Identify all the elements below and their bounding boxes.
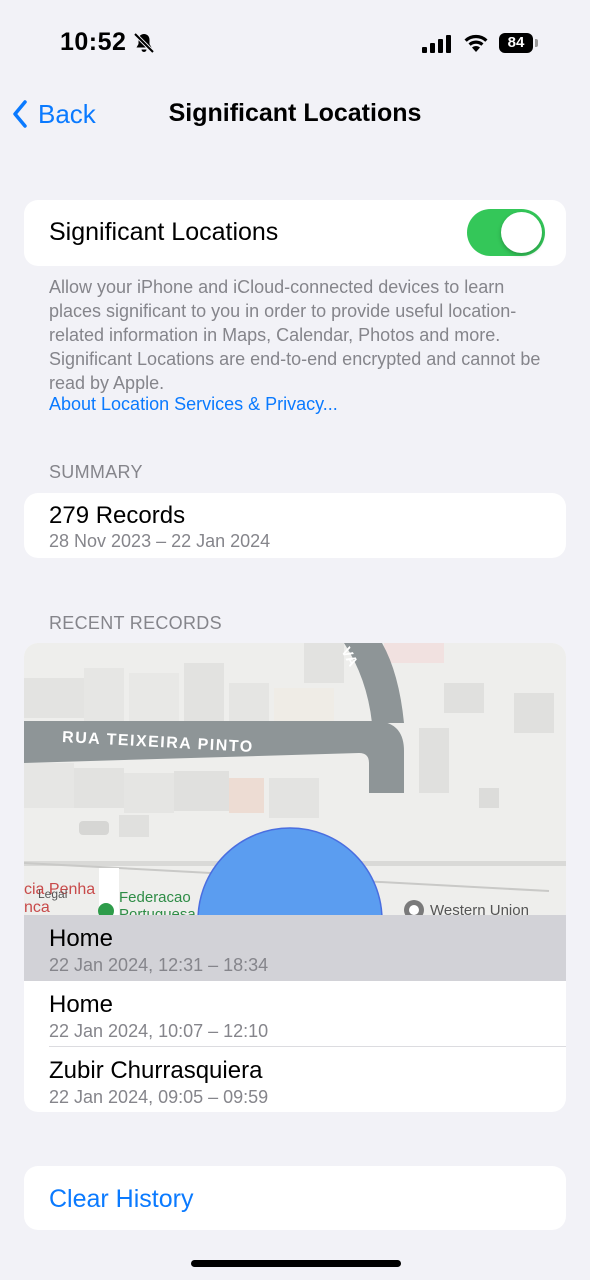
significant-locations-row: Significant Locations [24, 200, 566, 266]
map-poi-federacao: Federacao [119, 889, 191, 906]
status-time: 10:52 [60, 28, 127, 56]
recent-records-card: RUA TEIXEIRA PINTO VA cia Penha nca Lega… [24, 643, 566, 1112]
summary-range: 28 Nov 2023 – 22 Jan 2024 [49, 531, 271, 551]
page-title: Significant Locations [168, 99, 422, 127]
map-poi-western-union: Western Union [430, 902, 529, 915]
privacy-link[interactable]: About Location Services & Privacy... [49, 394, 338, 415]
map-graphic [24, 643, 566, 915]
cellular-signal-icon [422, 35, 451, 53]
record-time: 22 Jan 2024, 10:07 – 12:10 [49, 1021, 269, 1041]
battery-level: 84 [499, 33, 533, 53]
record-row[interactable]: Home 22 Jan 2024, 12:31 – 18:34 [24, 915, 566, 981]
location-region-circle [197, 827, 383, 915]
toggle-knob [501, 212, 542, 253]
record-time: 22 Jan 2024, 12:31 – 18:34 [49, 955, 269, 975]
summary-header: SUMMARY [49, 462, 143, 482]
map-poi-label-2: nca [24, 899, 50, 915]
record-row[interactable]: Home 22 Jan 2024, 10:07 – 12:10 [24, 981, 566, 1047]
record-time: 22 Jan 2024, 09:05 – 09:59 [49, 1087, 269, 1107]
map-poi-portuguesa: Portuguesa [119, 906, 196, 915]
record-title: Zubir Churrasquiera [49, 1057, 263, 1084]
record-title: Home [49, 991, 114, 1018]
wifi-icon [464, 34, 488, 52]
record-row[interactable]: Zubir Churrasquiera 22 Jan 2024, 09:05 –… [24, 1047, 566, 1112]
description-text: Allow your iPhone and iCloud-connected d… [49, 277, 541, 393]
toggle-label: Significant Locations [49, 218, 279, 246]
location-map[interactable]: RUA TEIXEIRA PINTO VA cia Penha nca Lega… [24, 643, 566, 915]
home-indicator[interactable] [191, 1260, 401, 1267]
silent-bell-icon [133, 32, 155, 54]
battery-icon: 84 [499, 33, 539, 53]
significant-locations-toggle[interactable] [467, 209, 545, 256]
map-legal-label[interactable]: Legal [38, 887, 67, 901]
recent-records-header: RECENT RECORDS [49, 613, 222, 633]
summary-title: 279 Records [49, 502, 186, 529]
summary-row: 279 Records 28 Nov 2023 – 22 Jan 2024 [24, 493, 566, 558]
clear-history-button[interactable]: Clear History [24, 1166, 566, 1230]
clear-history-label: Clear History [49, 1185, 194, 1213]
record-title: Home [49, 925, 114, 952]
